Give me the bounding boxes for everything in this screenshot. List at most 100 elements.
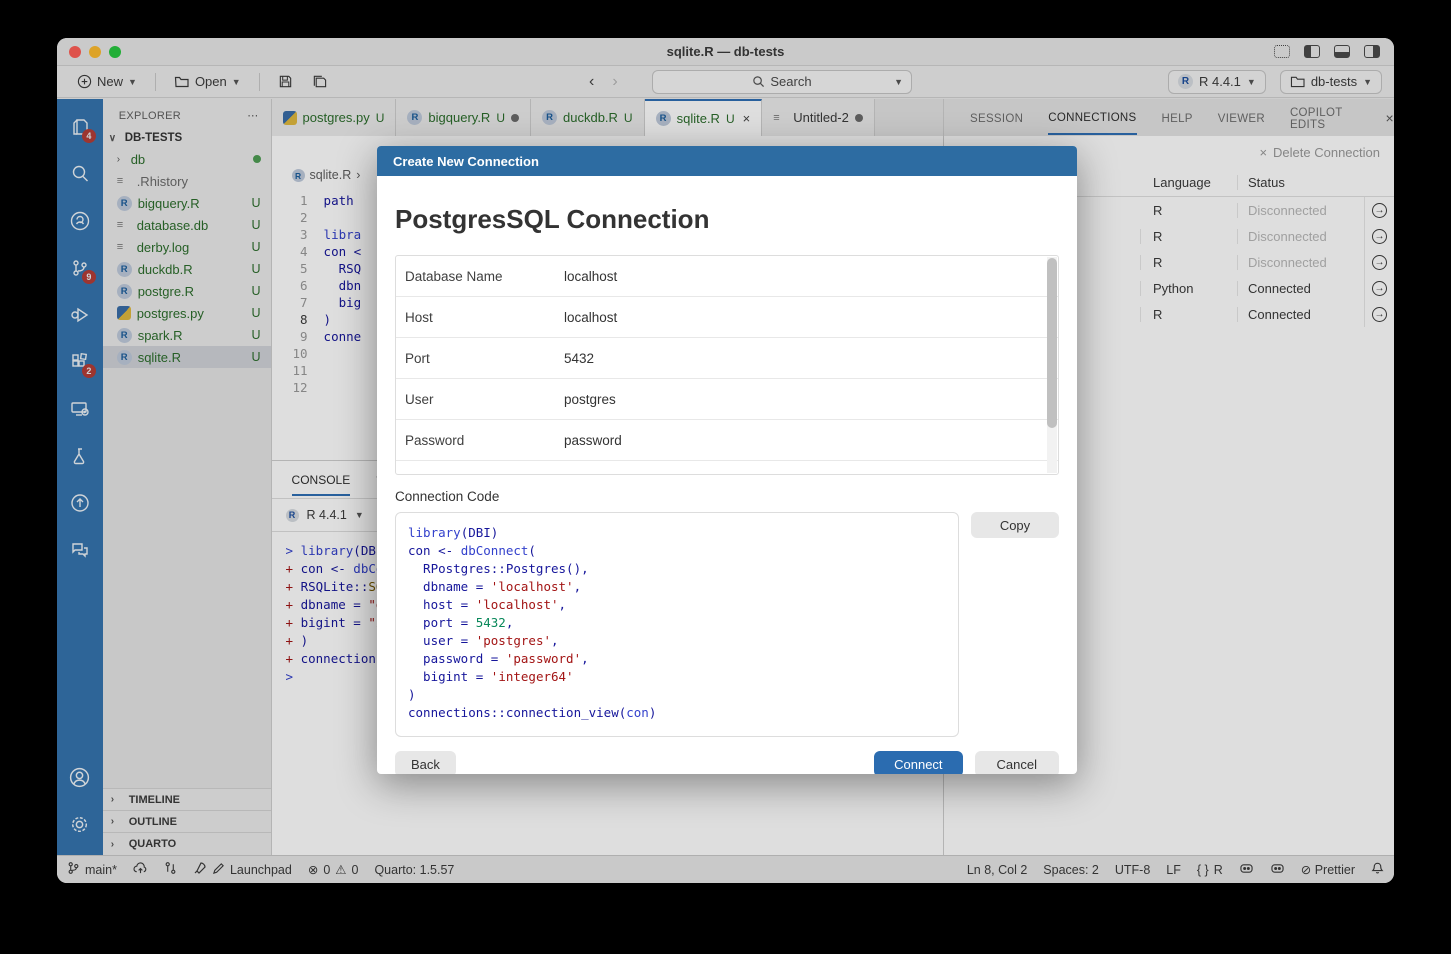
plus-circle-icon — [77, 74, 92, 89]
source-control-activity-icon[interactable]: 9 — [63, 248, 97, 288]
open-button[interactable]: Open▼ — [168, 71, 247, 92]
copilot-item[interactable] — [1239, 862, 1254, 878]
tab-console[interactable]: CONSOLE — [292, 464, 351, 496]
cancel-button[interactable]: Cancel — [975, 751, 1059, 774]
account-icon[interactable] — [63, 757, 97, 797]
status-bar: main* Launchpad ⊗ 0 ⚠ 0 Quarto: 1.5.57 L… — [57, 855, 1394, 883]
launchpad-item[interactable]: Launchpad — [193, 861, 292, 878]
host-field[interactable]: localhost — [564, 310, 617, 325]
radio-button[interactable] — [740, 475, 754, 476]
search-activity-icon[interactable] — [63, 154, 97, 194]
open-connection-icon[interactable]: → — [1372, 203, 1387, 218]
open-connection-icon[interactable]: → — [1372, 281, 1387, 296]
cursor-position-item[interactable]: Ln 8, Col 2 — [967, 863, 1027, 877]
encoding-item[interactable]: UTF-8 — [1115, 863, 1150, 877]
search-input[interactable]: Search ▼ — [652, 70, 912, 94]
file-item-bigquery[interactable]: R bigquery.R U — [103, 192, 271, 214]
dialog-header[interactable]: Create New Connection — [377, 146, 1077, 176]
quarto-version-item[interactable]: Quarto: 1.5.57 — [374, 863, 454, 877]
password-field[interactable]: password — [564, 433, 622, 448]
window-title: sqlite.R — db-tests — [57, 44, 1394, 59]
file-item-spark[interactable]: R spark.R U — [103, 324, 271, 346]
back-button[interactable]: Back — [395, 751, 456, 774]
save-all-button[interactable] — [305, 71, 334, 92]
form-scrollbar[interactable] — [1047, 257, 1057, 473]
open-connection-icon[interactable]: → — [1372, 255, 1387, 270]
toggle-panel-icon[interactable] — [1334, 45, 1350, 58]
delete-connection-button[interactable]: Delete Connection — [1273, 145, 1380, 160]
timeline-section[interactable]: ›TIMELINE — [103, 789, 271, 811]
save-button[interactable] — [272, 71, 299, 92]
run-debug-activity-icon[interactable] — [63, 295, 97, 335]
language-mode-item[interactable]: { }R — [1197, 863, 1223, 877]
explorer-more-actions[interactable]: ⋯ — [247, 109, 258, 122]
tab-viewer[interactable]: VIEWER — [1218, 102, 1265, 134]
new-button[interactable]: New▼ — [71, 71, 143, 92]
open-connection-icon[interactable]: → — [1372, 229, 1387, 244]
tab-bigquery[interactable]: R bigquery.R U — [396, 99, 531, 136]
customize-layout-icon[interactable] — [1274, 45, 1290, 58]
file-item-rhistory[interactable]: ≡ .Rhistory — [103, 170, 271, 192]
indentation-item[interactable]: Spaces: 2 — [1043, 863, 1099, 877]
form-row-host[interactable]: Host localhost — [396, 297, 1058, 338]
connect-button[interactable]: Connect — [874, 751, 962, 774]
sync-changes-item[interactable] — [133, 862, 148, 878]
form-row-port[interactable]: Port 5432 — [396, 338, 1058, 379]
publish-activity-icon[interactable] — [63, 483, 97, 523]
form-row-user[interactable]: User postgres — [396, 379, 1058, 420]
tab-session[interactable]: SESSION — [970, 102, 1023, 134]
explorer-activity-icon[interactable]: 4 — [63, 107, 97, 147]
quarto-section[interactable]: ›QUARTO — [103, 833, 271, 855]
toggle-secondary-sidebar-icon[interactable] — [1364, 45, 1380, 58]
copilot-edits-item[interactable] — [1270, 862, 1285, 878]
tab-help[interactable]: HELP — [1162, 102, 1193, 134]
radio-button[interactable] — [564, 475, 578, 476]
close-panel-icon[interactable]: × — [1386, 110, 1394, 126]
tab-connections[interactable]: CONNECTIONS — [1048, 101, 1136, 135]
nav-forward-button[interactable]: › — [612, 73, 617, 91]
form-row-dbname[interactable]: Database Name localhost — [396, 256, 1058, 297]
testing-activity-icon[interactable] — [63, 436, 97, 476]
folder-item-db[interactable]: › db — [103, 148, 271, 170]
github-activity-icon[interactable] — [63, 201, 97, 241]
prettier-item[interactable]: ⊘ Prettier — [1301, 862, 1355, 877]
settings-gear-icon[interactable] — [63, 804, 97, 844]
file-item-derby[interactable]: ≡ derby.log U — [103, 236, 271, 258]
tab-duckdb[interactable]: R duckdb.R U — [531, 99, 645, 136]
tab-untitled-2[interactable]: ≡ Untitled-2 — [762, 99, 875, 136]
branch-status-item[interactable] — [164, 861, 177, 878]
problems-item[interactable]: ⊗ 0 ⚠ 0 — [308, 862, 359, 877]
tab-sqlite[interactable]: R sqlite.R U × — [645, 99, 763, 136]
radio-button[interactable] — [828, 475, 842, 476]
interpreter-selector[interactable]: R R 4.4.1 ▼ — [1168, 70, 1266, 94]
nav-back-button[interactable]: ‹ — [589, 73, 594, 91]
toggle-sidebar-icon[interactable] — [1304, 45, 1320, 58]
close-tab-icon[interactable]: × — [743, 111, 751, 126]
copy-button[interactable]: Copy — [971, 512, 1059, 538]
extensions-activity-icon[interactable]: 2 — [63, 342, 97, 382]
workspace-selector[interactable]: db-tests ▼ — [1280, 70, 1382, 94]
rocket-icon — [193, 861, 207, 878]
file-item-duckdb[interactable]: R duckdb.R U — [103, 258, 271, 280]
eol-item[interactable]: LF — [1166, 863, 1181, 877]
git-branch-item[interactable]: main* — [67, 861, 117, 878]
tab-copilot-edits[interactable]: COPILOT EDITS — [1290, 96, 1355, 140]
notifications-bell-icon[interactable] — [1371, 861, 1384, 878]
dbname-field[interactable]: localhost — [564, 269, 617, 284]
radio-button[interactable] — [652, 475, 666, 476]
form-row-password[interactable]: Password password — [396, 420, 1058, 461]
file-item-database[interactable]: ≡ database.db U — [103, 214, 271, 236]
console-runtime-label[interactable]: R 4.4.1 — [307, 508, 347, 522]
workspace-root-folder[interactable]: ∨ DB-TESTS — [103, 128, 271, 148]
user-field[interactable]: postgres — [564, 392, 616, 407]
file-item-postgre[interactable]: R postgre.R U — [103, 280, 271, 302]
port-field[interactable]: 5432 — [564, 351, 594, 366]
remote-explorer-activity-icon[interactable] — [63, 389, 97, 429]
chat-activity-icon[interactable] — [63, 530, 97, 570]
file-item-postgres-py[interactable]: postgres.py U — [103, 302, 271, 324]
tab-postgres-py[interactable]: postgres.py U — [272, 99, 397, 136]
connection-code-box[interactable]: library(DBI)con <- dbConnect( RPostgres:… — [395, 512, 959, 737]
outline-section[interactable]: ›OUTLINE — [103, 811, 271, 833]
open-connection-icon[interactable]: → — [1372, 307, 1387, 322]
file-item-sqlite[interactable]: R sqlite.R U — [103, 346, 271, 368]
